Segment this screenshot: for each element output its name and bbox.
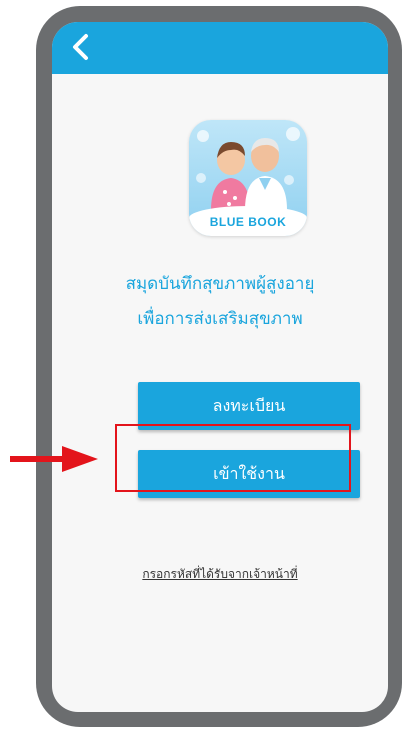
login-button[interactable]: เข้าใช้งาน [138, 450, 360, 498]
logo-label: BLUE BOOK [209, 215, 287, 229]
app-logo: BLUE BOOK [189, 120, 307, 236]
enter-code-link[interactable]: กรอกรหัสที่ได้รับจากเจ้าหน้าที่ [52, 565, 388, 584]
app-title-line-1: สมุดบันทึกสุขภาพผู้สูงอายุ [125, 274, 315, 294]
red-arrow-right-icon [10, 446, 98, 472]
screenshot-stage: BLUE BOOK สมุดบันทึกสุขภาพผู้สูงอายุ เพื… [0, 0, 410, 731]
app-screen: BLUE BOOK สมุดบันทึกสุขภาพผู้สูงอายุ เพื… [52, 22, 388, 712]
elderly-couple-illustration [196, 127, 300, 210]
register-button[interactable]: ลงทะเบียน [138, 382, 360, 430]
app-title-line-2: เพื่อการส่งเสริมสุขภาพ [137, 309, 303, 329]
chevron-left-icon [73, 34, 88, 60]
phone-frame: BLUE BOOK สมุดบันทึกสุขภาพผู้สูงอายุ เพื… [36, 6, 402, 727]
back-button[interactable] [66, 32, 96, 62]
top-bar [52, 22, 388, 74]
